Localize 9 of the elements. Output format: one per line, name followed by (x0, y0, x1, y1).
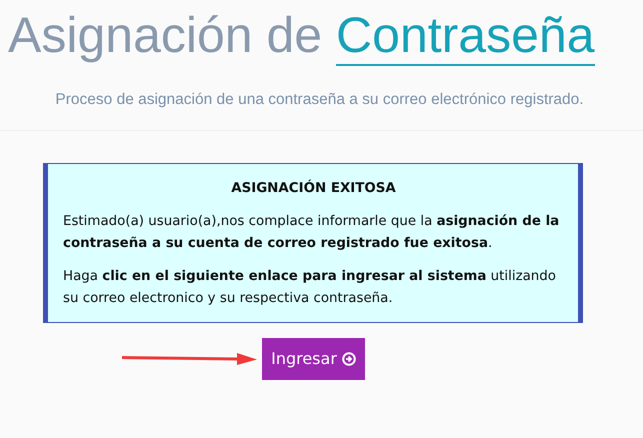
page-title-highlight: Contraseña (336, 6, 595, 66)
notice-text: Haga clic en el siguiente enlace para ingresar al sistema utilizando su correo electronico y su respectiva contraseña. (63, 268, 557, 308)
page-subtitle: Proceso de asignación de una contraseña a su correo electrónico registrado. (54, 90, 585, 110)
notice-text: Estimado(a) usuario(a),nos complace informarle que la asignación de la contraseña a su cuenta de correo registrado fue exitosa. (63, 213, 560, 253)
notice-heading: ASIGNACIÓN EXITOSA (230, 178, 397, 198)
arrow-circle-icon (342, 352, 356, 366)
login-button[interactable]: Ingresar (262, 338, 365, 380)
page-title: Asignación de (8, 7, 322, 63)
arrow-icon (121, 352, 257, 366)
